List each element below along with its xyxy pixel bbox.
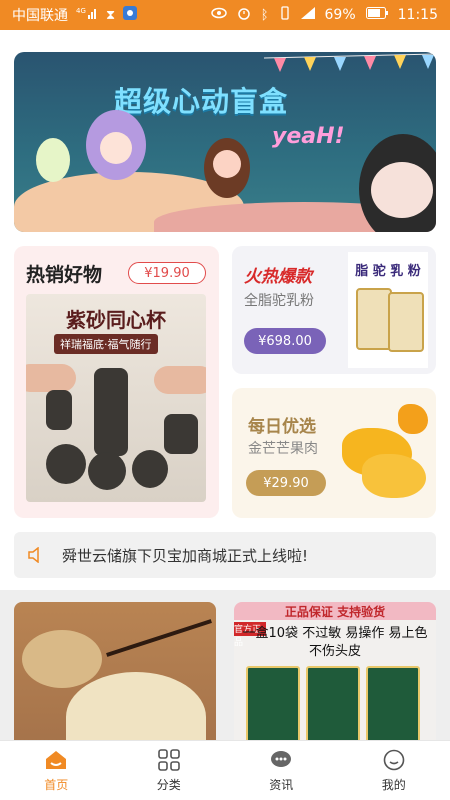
hot-product-title: 紫砂同心杯 xyxy=(66,308,166,332)
announcement-text: 舜世云储旗下贝宝加商城正式上线啦! xyxy=(62,546,309,565)
mango-card-heading: 每日优选 xyxy=(248,417,316,437)
toy-figure xyxy=(36,138,70,182)
camel-milk-image: 脂 驼 乳 粉 xyxy=(348,252,428,368)
hot-card-heading: 热销好物 xyxy=(26,264,103,286)
party-flags-decoration xyxy=(264,53,436,72)
mango-image xyxy=(342,398,432,508)
alarm-icon xyxy=(237,6,251,24)
vibrate-icon xyxy=(279,6,291,24)
milk-card-price[interactable]: ¥698.00 xyxy=(244,328,326,354)
hot-product-image[interactable]: 紫砂同心杯 祥瑞福底·福气随行 xyxy=(26,294,206,502)
product-tile-noodles[interactable] xyxy=(14,602,216,740)
tab-category-label: 分类 xyxy=(156,778,181,792)
mango-card-subtitle: 金芒芒果肉 xyxy=(248,441,318,457)
status-bar: 中国联通 4G ⧗ ᛒ 69% 11:15 xyxy=(0,0,450,30)
milk-card-subtitle: 全脂驼乳粉 xyxy=(244,293,314,309)
tab-home-label: 首页 xyxy=(44,778,69,792)
eye-icon xyxy=(210,7,227,23)
banner-title: 超级心动盲盒 xyxy=(114,85,289,118)
banner-tag: yeaH! xyxy=(272,124,345,149)
network-type: 4G xyxy=(76,7,86,15)
hot-products-card[interactable]: 热销好物 ¥19.90 紫砂同心杯 祥瑞福底·福气随行 xyxy=(14,246,219,518)
hair-dye-line2: 不伤头皮 xyxy=(308,644,361,659)
camel-milk-card[interactable]: 火热爆款 全脂驼乳粉 ¥698.00 脂 驼 乳 粉 xyxy=(232,246,436,374)
tab-category[interactable]: 分类 xyxy=(113,741,226,800)
mango-card-price[interactable]: ¥29.90 xyxy=(246,470,326,496)
hot-product-tagline: 祥瑞福底·福气随行 xyxy=(54,334,158,354)
tab-news[interactable]: 资讯 xyxy=(225,741,338,800)
toy-figure xyxy=(359,134,436,232)
toy-figure xyxy=(204,138,250,198)
tab-home[interactable]: 首页 xyxy=(0,741,113,800)
tab-mine-label: 我的 xyxy=(381,778,406,792)
hair-dye-banner: 正品保证 支持验货 xyxy=(234,602,436,620)
camel-milk-image-label: 脂 驼 乳 粉 xyxy=(355,264,421,279)
tab-mine[interactable]: 我的 xyxy=(338,741,450,800)
grid-icon xyxy=(157,748,181,772)
signal-strength-icon xyxy=(300,7,315,23)
home-icon xyxy=(44,748,68,772)
app-notification-icon xyxy=(123,6,138,24)
speaker-icon xyxy=(28,546,44,564)
user-icon xyxy=(382,748,406,772)
toy-figure xyxy=(86,110,146,180)
bottom-tab-bar: 首页 分类 资讯 我的 xyxy=(0,740,450,800)
tab-news-label: 资讯 xyxy=(269,778,294,792)
carrier-label: 中国联通 xyxy=(12,8,68,24)
promo-banner[interactable]: 超级心动盲盒 yeaH! xyxy=(14,52,436,232)
bluetooth-icon: ᛒ xyxy=(260,7,269,23)
battery-percent: 69% xyxy=(324,7,356,23)
hot-card-price: ¥19.90 xyxy=(128,262,206,284)
milk-card-heading: 火热爆款 xyxy=(244,267,312,287)
hourglass-icon: ⧗ xyxy=(106,7,116,23)
announcement-bar[interactable]: 舜世云储旗下贝宝加商城正式上线啦! xyxy=(14,532,436,578)
signal-icon: 4G xyxy=(76,6,98,24)
mango-card[interactable]: 每日优选 金芒芒果肉 ¥29.90 xyxy=(232,388,436,518)
product-tile-hair-dye[interactable]: 正品保证 支持验货 官方正品 一盒10袋 不过敏 易操作 易上色 不伤头皮 xyxy=(234,602,436,740)
battery-icon xyxy=(365,7,388,23)
product-feed: 正品保证 支持验货 官方正品 一盒10袋 不过敏 易操作 易上色 不伤头皮 xyxy=(0,590,450,740)
home-page: 超级心动盲盒 yeaH! 热销好物 ¥19.90 紫砂同心杯 祥瑞福底·福气随行… xyxy=(0,30,450,740)
clock-time: 11:15 xyxy=(397,7,438,23)
hair-dye-line1: 一盒10袋 不过敏 易操作 易上色 xyxy=(242,626,428,641)
chat-icon xyxy=(269,748,293,772)
